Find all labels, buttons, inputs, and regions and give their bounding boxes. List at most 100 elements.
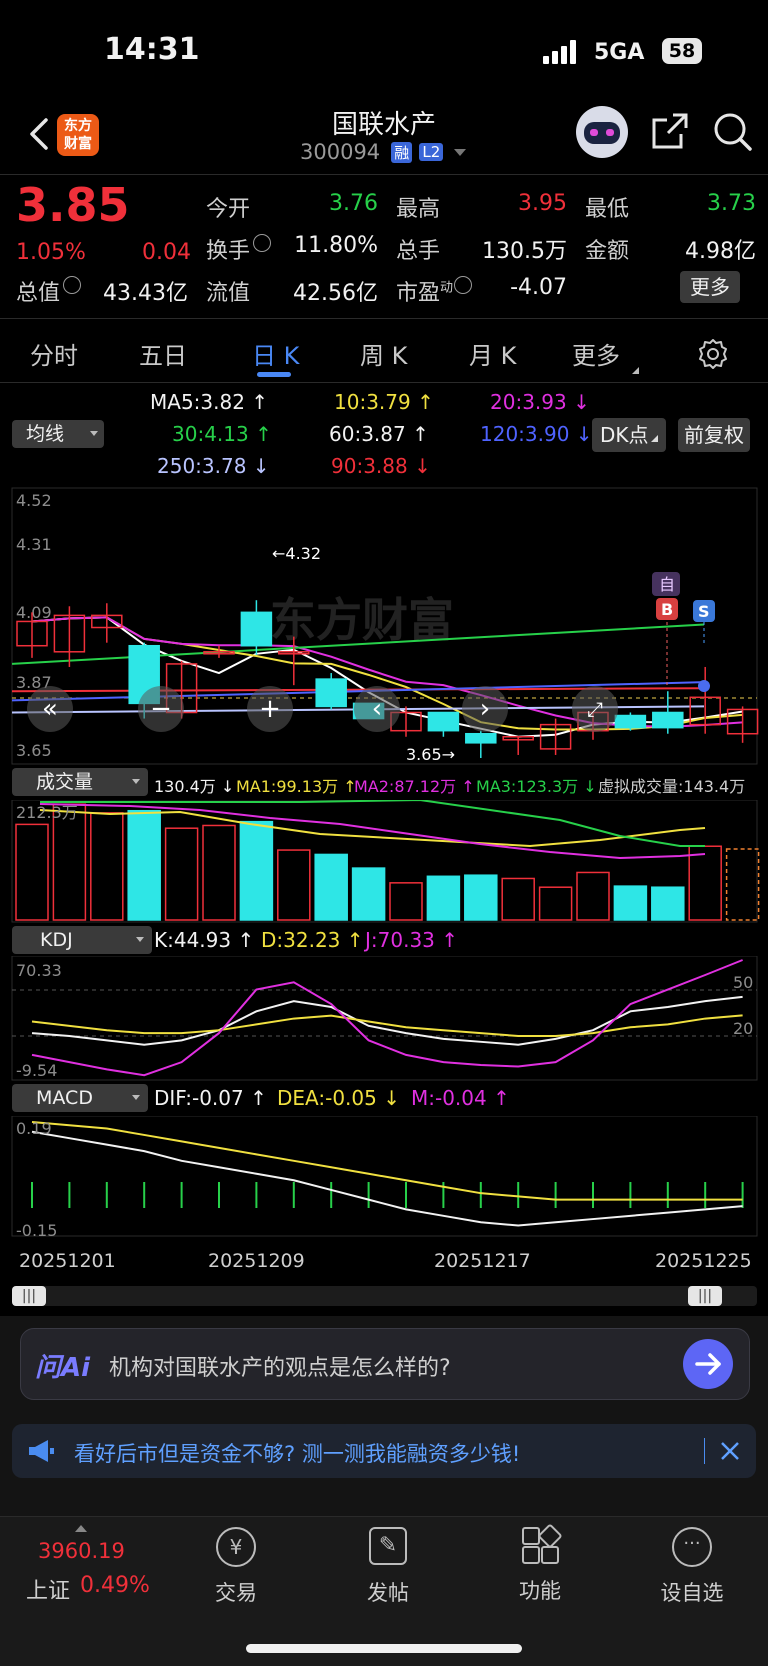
y-label-2: 4.31 (16, 535, 52, 554)
ai-question-bar[interactable]: 问Ai 机构对国联水产的观点是怎么样的? (20, 1328, 750, 1400)
fast-back-icon[interactable]: « (27, 686, 73, 732)
kdj-k: K:44.93 ↑ (154, 928, 255, 952)
volume-bar (426, 875, 461, 921)
candle-body (240, 611, 273, 647)
volume-bar (164, 827, 199, 921)
volume-bar (351, 867, 386, 921)
indicator-selector-kdj[interactable]: KDJ (12, 926, 152, 954)
candle-body (315, 678, 347, 708)
bottom-nav: 3960.19 上证 0.49% ¥ 交易 ✎ 发帖 功能 ··· 设自选 (0, 1516, 768, 1666)
y-label-top: 4.52 (16, 491, 52, 510)
nav-functions-label: 功能 (519, 1579, 561, 1603)
close-icon[interactable] (718, 1439, 742, 1463)
prev-icon[interactable]: ‹ (354, 686, 400, 732)
signal-icon (543, 38, 583, 64)
pe-value: -4.07 (510, 275, 567, 300)
header: 东方 财富 国联水产 300094 融 L2 (0, 100, 768, 174)
nav-post[interactable]: ✎ 发帖 (348, 1527, 428, 1607)
info-icon[interactable] (253, 234, 272, 252)
nav-trade[interactable]: ¥ 交易 (196, 1527, 276, 1607)
nav-watchlist[interactable]: ··· 设自选 (650, 1527, 734, 1607)
search-icon[interactable] (713, 112, 753, 152)
dk-point-button[interactable]: DK点 (592, 418, 666, 452)
macd-selector-label: MACD (36, 1087, 93, 1109)
y-label-bottom: 3.65 (16, 741, 52, 760)
macd-line-dea (31, 1121, 743, 1201)
range-scroller[interactable]: ||| ||| (12, 1286, 757, 1306)
low-label: 最低 (585, 197, 630, 222)
next-icon[interactable]: › (462, 686, 508, 732)
ma90-value: 90:3.88 ↓ (331, 454, 431, 478)
caret-down-icon (454, 148, 467, 156)
tab-weekly-k[interactable]: 周 K (360, 336, 407, 371)
macd-dif: DIF:-0.07 ↑ (154, 1086, 267, 1110)
range-handle-left[interactable]: ||| (12, 1286, 46, 1306)
volume-bar (576, 871, 610, 921)
volume-ma3: MA3:123.3万 ↓ (476, 777, 597, 796)
robot-avatar-icon[interactable] (576, 106, 628, 158)
volume-bar (277, 849, 311, 921)
arrow-right-icon (695, 1353, 721, 1375)
volume-chart[interactable]: 212.3万 (0, 800, 768, 924)
volume-ma1: MA1:99.13万 ↑ (236, 777, 357, 796)
tab-daily-k[interactable]: 日 K (252, 336, 299, 371)
promo-text: 看好后市但是资金不够? 测一测我能融资多少钱! (74, 1442, 521, 1466)
marker-zi: 自 (659, 575, 675, 594)
settings-gear-icon[interactable] (697, 338, 729, 370)
index-value: 3960.19 (38, 1539, 125, 1563)
index-pct: 0.49% (80, 1573, 150, 1598)
macd-chart[interactable]: 0.19 -0.15 (0, 1116, 768, 1238)
indicator-selector-macd[interactable]: MACD (12, 1084, 148, 1112)
kdj-j: J:70.33 ↑ (365, 928, 459, 952)
stock-code-row[interactable]: 300094 融 L2 (300, 140, 467, 166)
marker-s[interactable]: S (698, 602, 710, 621)
tab-more[interactable]: 更多 (572, 336, 620, 371)
dropdown-caret-icon (90, 431, 98, 436)
status-time: 14:31 (104, 32, 200, 67)
index-widget[interactable]: 3960.19 上证 0.49% (0, 1517, 160, 1627)
volume-y-max: 212.3万 (16, 803, 78, 822)
volume-chart-svg: 212.3万 (11, 800, 760, 923)
volume-bar (389, 882, 423, 921)
promo-banner[interactable]: 看好后市但是资金不够? 测一测我能融资多少钱! (12, 1424, 756, 1478)
megaphone-icon (26, 1438, 56, 1464)
price-chart[interactable]: 4.52 4.31 4.09 3.87 3.65 东方财富 ←4.32 3.65… (0, 486, 768, 766)
volume-bar (688, 845, 722, 921)
ai-logo: 问Ai (35, 1353, 91, 1383)
ma-selector[interactable]: 均线 (12, 420, 104, 448)
info-icon[interactable] (63, 276, 82, 294)
battery-icon: 58 (662, 38, 702, 64)
change-pct: 1.05% (16, 240, 86, 265)
home-indicator (246, 1644, 522, 1653)
ma-legend: MA5:3.82 ↑ 10:3.79 ↑ 20:3.93 ↓ 均线 30:4.1… (0, 386, 768, 486)
date-label-4: 20251225 (655, 1250, 752, 1272)
current-price: 3.85 (16, 178, 130, 232)
tab-five-day[interactable]: 五日 (139, 336, 187, 371)
network-label: 5GA (594, 40, 645, 65)
more-button[interactable]: 更多 (680, 271, 740, 303)
ai-send-button[interactable] (683, 1339, 733, 1389)
info-icon[interactable] (454, 276, 473, 294)
nav-functions[interactable]: 功能 (500, 1523, 580, 1607)
turnover-value: 11.80% (294, 233, 378, 258)
dropdown-caret-icon (136, 937, 144, 942)
mktcap-value: 43.43亿 (103, 281, 188, 306)
fullscreen-icon[interactable]: ⤢ (572, 686, 618, 732)
volume-bar (538, 886, 573, 921)
range-handle-right[interactable]: ||| (688, 1286, 722, 1306)
dropdown-caret-icon (132, 1095, 140, 1100)
open-value: 3.76 (329, 191, 378, 216)
nav-trade-label: 交易 (215, 1581, 257, 1605)
indicator-selector-volume[interactable]: 成交量 (12, 768, 148, 796)
adjust-price-button[interactable]: 前复权 (678, 418, 750, 452)
kdj-line-d (31, 1014, 743, 1038)
kdj-chart[interactable]: 70.33 -9.54 50 20 (0, 956, 768, 1082)
share-icon[interactable] (651, 112, 689, 150)
zoom-in-icon[interactable]: + (247, 686, 293, 732)
kdj-ref-20: 20 (733, 1019, 753, 1038)
tab-intraday[interactable]: 分时 (30, 336, 78, 371)
marker-b[interactable]: B (661, 600, 673, 619)
tab-monthly-k[interactable]: 月 K (469, 336, 516, 371)
index-name: 上证 (26, 1579, 71, 1604)
zoom-out-icon[interactable]: − (138, 686, 184, 732)
